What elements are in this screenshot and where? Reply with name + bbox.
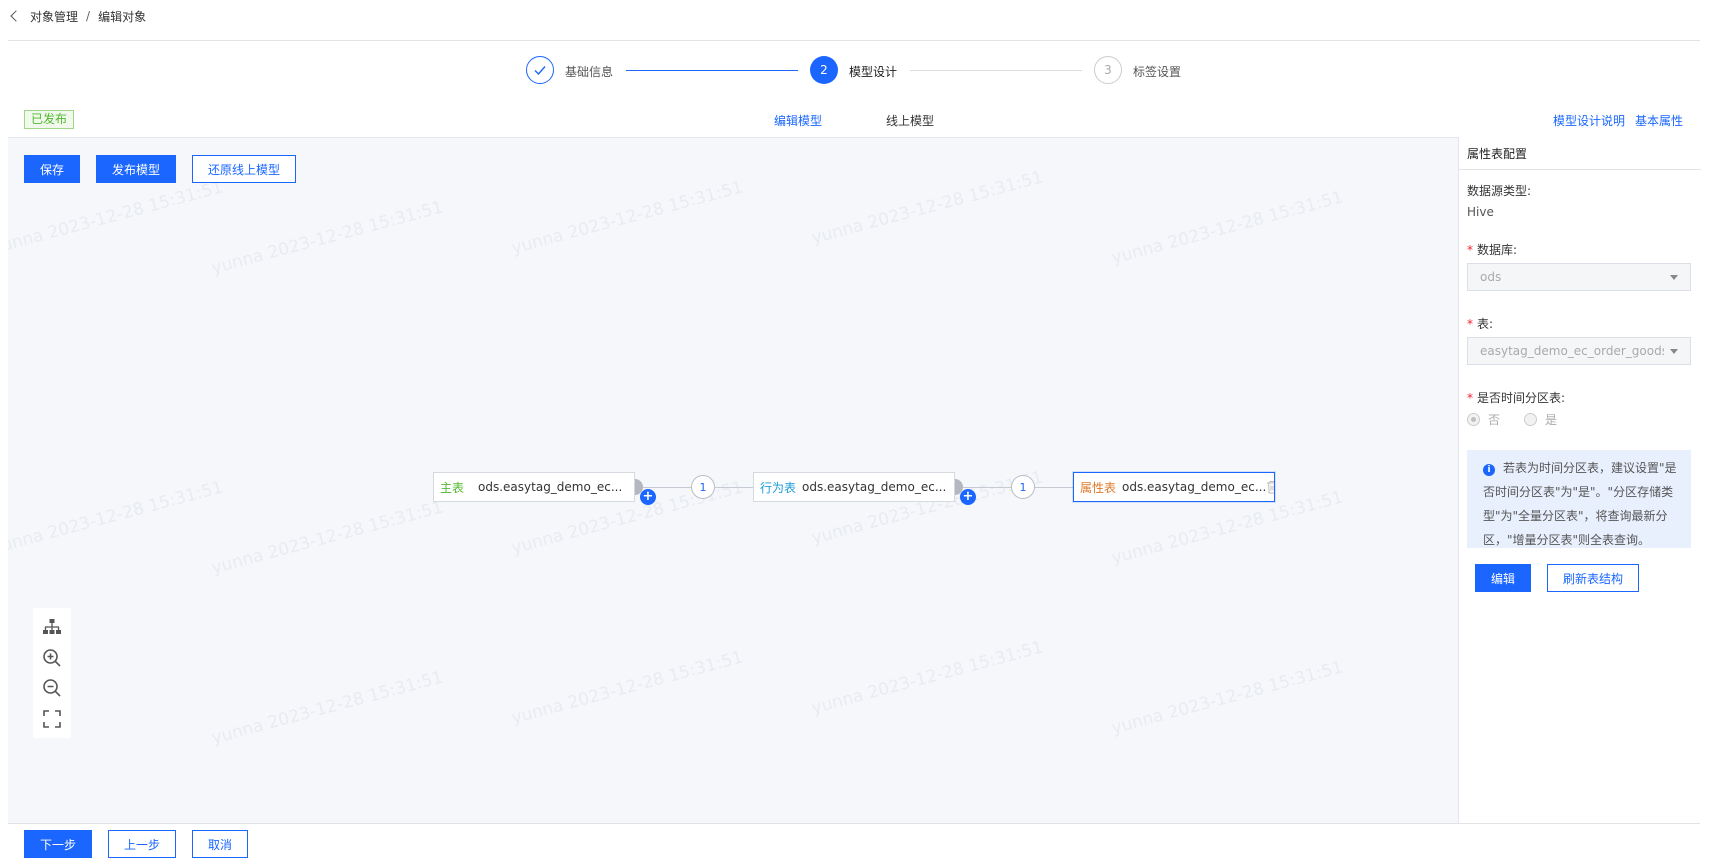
panel-divider (1459, 169, 1701, 170)
table-select-value: easytag_demo_ec_order_goods_d (1480, 344, 1664, 358)
zoom-in-icon[interactable] (40, 646, 64, 670)
edit-button[interactable]: 编辑 (1475, 564, 1531, 592)
database-label: * 数据库: (1467, 241, 1517, 258)
breadcrumb-parent[interactable]: 对象管理 (30, 8, 78, 25)
partition-radio-no[interactable] (1467, 413, 1480, 426)
action-table-node[interactable]: 行为表 ods.easytag_demo_ec... (753, 472, 955, 502)
watermark: yunna 2023-12-28 15:31:51 (1109, 657, 1346, 739)
table-label-text: 表: (1477, 317, 1494, 331)
info-icon: i (1483, 464, 1495, 476)
back-chevron-icon[interactable] (10, 10, 22, 22)
watermark: yunna 2023-12-28 15:31:51 (809, 637, 1046, 719)
basic-properties-link[interactable]: 基本属性 (1635, 112, 1683, 129)
step-2-label: 模型设计 (849, 65, 898, 79)
step-2-number: 2 (810, 56, 838, 84)
model-design-help-link[interactable]: 模型设计说明 (1553, 112, 1625, 129)
prev-step-button[interactable]: 上一步 (108, 830, 176, 858)
model-canvas[interactable]: yunna 2023-12-28 15:31:51 yunna 2023-12-… (8, 137, 1458, 823)
watermark: yunna 2023-12-28 15:31:51 (209, 667, 446, 749)
chevron-down-icon (1670, 274, 1678, 280)
attribute-table-config-panel: 属性表配置 数据源类型: Hive * 数据库: ods * 表: easytag_… (1458, 137, 1701, 823)
step-3-number: 3 (1094, 56, 1122, 84)
required-mark: * (1467, 391, 1473, 405)
database-label-text: 数据库: (1477, 243, 1518, 257)
step-1-label: 基础信息 (565, 65, 614, 79)
zoom-out-icon[interactable] (40, 676, 64, 700)
restore-online-model-button[interactable]: 还原线上模型 (192, 155, 296, 183)
canvas-toolbox (33, 608, 71, 738)
node-table-name: ods.easytag_demo_ec... (802, 480, 947, 494)
step-3-label: 标签设置 (1133, 65, 1182, 79)
datasource-type-label: 数据源类型: (1467, 184, 1532, 198)
step-connector-1 (626, 70, 798, 71)
status-badge: 已发布 (24, 110, 75, 129)
next-step-button[interactable]: 下一步 (24, 830, 92, 858)
partition-option-no-label: 否 (1488, 413, 1501, 427)
partition-option-yes-label: 是 (1545, 413, 1558, 427)
required-mark: * (1467, 317, 1473, 331)
table-select[interactable]: easytag_demo_ec_order_goods_d (1467, 337, 1691, 365)
watermark: yunna 2023-12-28 15:31:51 (1109, 187, 1346, 269)
partition-radio-yes[interactable] (1524, 413, 1538, 426)
watermark: yunna 2023-12-28 15:31:51 (209, 197, 446, 279)
panel-title: 属性表配置 (1467, 147, 1528, 161)
relation-badge[interactable]: 1 (691, 475, 715, 499)
add-node-button[interactable]: + (960, 489, 976, 505)
partition-notice: i 若表为时间分区表，建议设置"是否时间分区表"为"是"。"分区存储类型"为"全量… (1467, 450, 1691, 548)
partition-notice-text: 若表为时间分区表，建议设置"是否时间分区表"为"是"。"分区存储类型"为"全量分… (1483, 461, 1677, 547)
relation-badge[interactable]: 1 (1011, 475, 1035, 499)
main-table-node[interactable]: 主表 ods.easytag_demo_ec... (433, 472, 635, 502)
publish-model-button[interactable]: 发布模型 (96, 155, 176, 183)
datasource-type-value: Hive (1467, 205, 1494, 219)
refresh-table-structure-button[interactable]: 刷新表结构 (1547, 564, 1639, 592)
hierarchy-icon[interactable] (40, 615, 64, 639)
database-select-value: ods (1480, 270, 1502, 284)
watermark: yunna 2023-12-28 15:31:51 (8, 477, 226, 559)
delete-icon[interactable] (1266, 480, 1274, 494)
node-type-label: 行为表 (760, 480, 797, 495)
required-mark: * (1467, 243, 1473, 257)
partition-label-text: 是否时间分区表: (1477, 391, 1566, 405)
step-connector-2 (910, 70, 1082, 71)
watermark: yunna 2023-12-28 15:31:51 (809, 167, 1046, 249)
fit-screen-icon[interactable] (40, 707, 64, 731)
watermark: yunna 2023-12-28 15:31:51 (509, 647, 746, 729)
node-type-label: 主表 (440, 480, 465, 495)
header-divider (8, 40, 1700, 41)
node-type-label: 属性表 (1080, 480, 1117, 495)
node-table-name: ods.easytag_demo_ec... (478, 480, 623, 494)
watermark: yunna 2023-12-28 15:31:51 (209, 497, 446, 579)
cancel-button[interactable]: 取消 (192, 830, 248, 858)
node-table-name: ods.easytag_demo_ec... (1122, 480, 1267, 494)
footer-bar: 下一步 上一步 取消 (8, 823, 1700, 863)
breadcrumb-separator: / (86, 9, 91, 23)
save-button[interactable]: 保存 (24, 155, 80, 183)
breadcrumb: 对象管理 / 编辑对象 (8, 8, 146, 24)
add-node-button[interactable]: + (640, 489, 656, 505)
tab-edit-model[interactable]: 编辑模型 (758, 112, 838, 140)
table-label: * 表: (1467, 315, 1493, 332)
database-select[interactable]: ods (1467, 263, 1691, 291)
partition-label: * 是否时间分区表: (1467, 389, 1565, 406)
step-1-check-icon (526, 56, 554, 84)
attribute-table-node[interactable]: 属性表 ods.easytag_demo_ec... (1073, 472, 1275, 502)
tab-online-model[interactable]: 线上模型 (870, 112, 950, 140)
chevron-down-icon (1670, 348, 1678, 354)
breadcrumb-current: 编辑对象 (98, 9, 147, 24)
watermark: yunna 2023-12-28 15:31:51 (8, 177, 226, 259)
partition-radio-group: 否 是 (1467, 411, 1557, 428)
watermark: yunna 2023-12-28 15:31:51 (509, 177, 746, 259)
